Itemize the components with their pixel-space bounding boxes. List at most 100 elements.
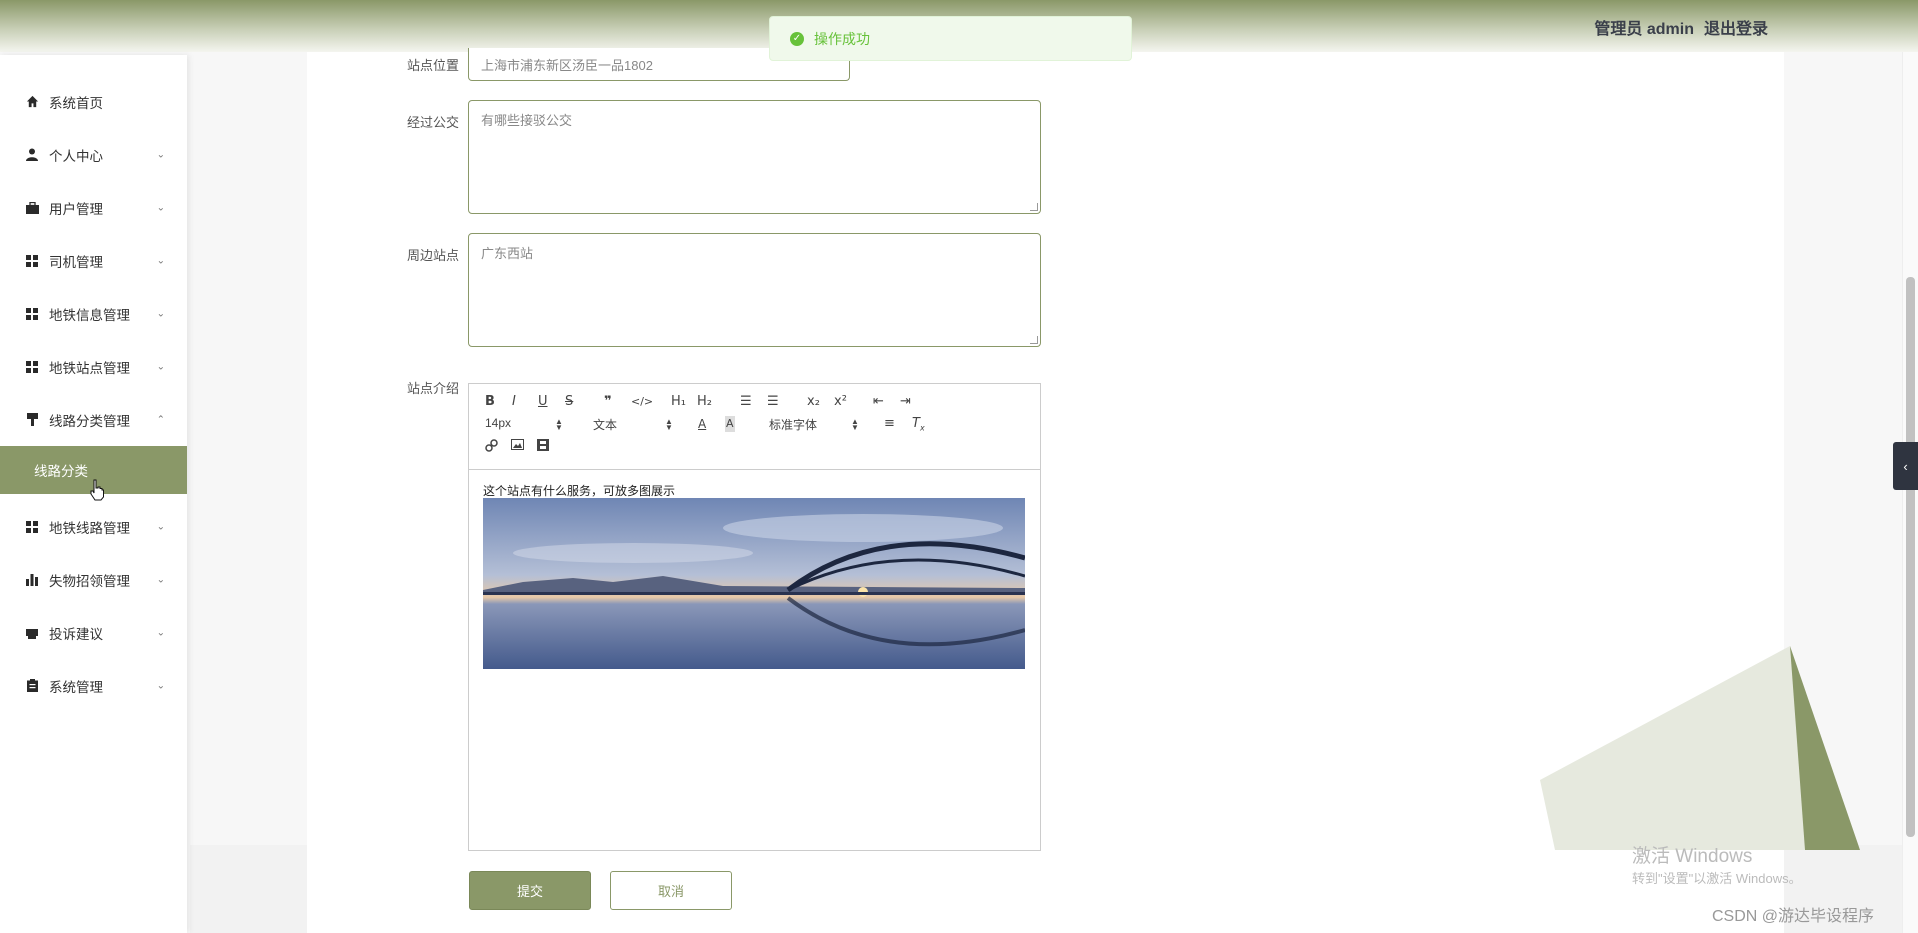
nearby-textarea[interactable]: 广东西站 (468, 233, 1041, 347)
bus-textarea[interactable]: 有哪些接驳公交 (468, 100, 1041, 214)
home-icon (25, 95, 39, 109)
font-size-select[interactable]: 14px ▲ ▼ (485, 416, 565, 432)
sidebar-item-lost-found[interactable]: 失物招领管理 ⌄ (0, 553, 187, 606)
sidebar-item-label: 失物招领管理 (49, 573, 130, 589)
user-icon (25, 148, 39, 162)
logout-link[interactable]: 退出登录 (1704, 15, 1768, 39)
nearby-value: 广东西站 (481, 246, 534, 261)
rich-text-editor: B I U S ❞ </> H₁ H₂ ☰ ☰ x₂ x² ⇤ ⇥ 14px ▲… (468, 383, 1041, 851)
block-format-select[interactable]: 文本 ▲ ▼ (593, 416, 673, 433)
sidebar-item-label: 用户管理 (49, 201, 103, 217)
grid-icon (25, 307, 39, 321)
windows-watermark-sub: 转到"设置"以激活 Windows。 (1632, 871, 1802, 886)
clipboard-icon (25, 679, 39, 693)
bold-icon[interactable]: B (485, 394, 495, 410)
strikethrough-icon[interactable]: S (565, 394, 573, 410)
grid-icon (25, 360, 39, 374)
credit-text: CSDN @游达毕设程序 (1712, 908, 1875, 925)
editor-content[interactable]: 这个站点有什么服务，可放多图展示 (469, 470, 1040, 669)
background-color-icon[interactable]: A (725, 416, 735, 432)
chevron-up-icon: ⌃ (156, 414, 165, 425)
code-icon[interactable]: </> (631, 394, 653, 410)
grid-icon (25, 520, 39, 534)
image-icon[interactable] (511, 439, 524, 455)
sidebar-item-label: 系统管理 (49, 679, 103, 695)
resize-handle-icon[interactable] (1030, 203, 1038, 211)
user-label: 管理员 admin (1594, 21, 1694, 38)
chevron-down-icon: ⌄ (156, 202, 165, 213)
ordered-list-icon[interactable]: ☰ (740, 394, 752, 410)
heading2-icon[interactable]: H₂ (697, 394, 712, 410)
sidebar-item-route-category[interactable]: 线路分类管理 ⌃ (0, 393, 187, 446)
outdent-icon[interactable]: ⇤ (873, 394, 884, 410)
video-icon[interactable] (537, 439, 549, 456)
superscript-icon[interactable]: x² (834, 394, 847, 410)
nearby-label: 周边站点 (406, 248, 459, 263)
chevron-down-icon: ⌄ (156, 574, 165, 585)
success-toast: ✓ 操作成功 (769, 16, 1132, 61)
sidebar-item-label: 投诉建议 (49, 626, 103, 642)
chevron-down-icon: ⌄ (156, 308, 165, 319)
bus-placeholder: 有哪些接驳公交 (481, 113, 573, 128)
briefcase-icon (25, 201, 39, 215)
bridge-photo (483, 498, 1025, 669)
sidebar-item-label: 系统首页 (49, 95, 103, 111)
sidebar-item-system[interactable]: 系统管理 ⌄ (0, 659, 187, 712)
windows-watermark: 激活 Windows (1632, 846, 1753, 867)
sidebar-item-metro-stations[interactable]: 地铁站点管理 ⌄ (0, 340, 187, 393)
select-arrows-icon: ▲ ▼ (665, 417, 673, 432)
sidebar-item-label: 地铁站点管理 (49, 360, 130, 376)
italic-icon[interactable]: I (512, 394, 516, 410)
cancel-button[interactable]: 取消 (610, 871, 732, 910)
quote-icon[interactable]: ❞ (604, 394, 612, 410)
sidebar-item-profile[interactable]: 个人中心 ⌄ (0, 128, 187, 181)
block-format-value: 文本 (593, 418, 618, 432)
font-color-icon[interactable]: A (698, 416, 706, 432)
font-family-select[interactable]: 标准字体 ▲ ▼ (769, 416, 859, 433)
chevron-down-icon: ⌄ (156, 149, 165, 160)
sidebar-item-complaints[interactable]: 投诉建议 ⌄ (0, 606, 187, 659)
sidebar-subitem-label: 线路分类 (34, 464, 88, 479)
bar-chart-icon (25, 573, 39, 587)
bullet-list-icon[interactable]: ☰ (767, 394, 779, 410)
select-arrows-icon: ▲ ▼ (555, 417, 563, 432)
clear-format-icon[interactable]: Tx (912, 416, 925, 437)
intro-text: 这个站点有什么服务，可放多图展示 (483, 484, 676, 498)
indent-icon[interactable]: ⇥ (900, 394, 911, 410)
sidebar-item-metro-info[interactable]: 地铁信息管理 ⌄ (0, 287, 187, 340)
chevron-left-icon[interactable]: ‹ (1893, 442, 1918, 490)
user-area: 管理员 admin 退出登录 (1594, 15, 1768, 39)
decorative-triangle (1540, 646, 1860, 850)
font-size-value: 14px (485, 416, 512, 430)
grid-icon (25, 254, 39, 268)
bus-label: 经过公交 (406, 115, 459, 130)
align-icon[interactable]: ≡ (884, 416, 895, 432)
sidebar-item-label: 个人中心 (49, 148, 103, 164)
chevron-down-icon: ⌄ (156, 361, 165, 372)
sidebar-item-metro-routes[interactable]: 地铁线路管理 ⌄ (0, 500, 187, 553)
sidebar-item-label: 地铁线路管理 (49, 520, 130, 536)
printer-icon (25, 626, 39, 640)
intro-label: 站点介绍 (406, 381, 459, 396)
check-icon: ✓ (790, 31, 804, 46)
subscript-icon[interactable]: x₂ (807, 394, 820, 410)
underline-icon[interactable]: U (538, 394, 548, 410)
resize-handle-icon[interactable] (1030, 336, 1038, 344)
editor-toolbar: B I U S ❞ </> H₁ H₂ ☰ ☰ x₂ x² ⇤ ⇥ 14px ▲… (469, 384, 1040, 470)
sidebar-item-users[interactable]: 用户管理 ⌄ (0, 181, 187, 234)
vertical-scrollbar[interactable] (1902, 52, 1918, 933)
chevron-down-icon: ⌄ (156, 627, 165, 638)
brush-icon (25, 413, 39, 427)
scroll-thumb[interactable] (1906, 277, 1915, 837)
submit-button[interactable]: 提交 (469, 871, 591, 910)
chevron-down-icon: ⌄ (156, 680, 165, 691)
sidebar-item-drivers[interactable]: 司机管理 ⌄ (0, 234, 187, 287)
font-family-value: 标准字体 (769, 418, 818, 432)
chevron-down-icon: ⌄ (156, 521, 165, 532)
sidebar-item-home[interactable]: 系统首页 (0, 75, 187, 128)
toast-message: 操作成功 (814, 30, 870, 47)
link-icon[interactable] (485, 439, 498, 457)
heading1-icon[interactable]: H₁ (671, 394, 686, 410)
hand-cursor-icon (90, 479, 104, 501)
select-arrows-icon: ▲ ▼ (851, 417, 859, 432)
